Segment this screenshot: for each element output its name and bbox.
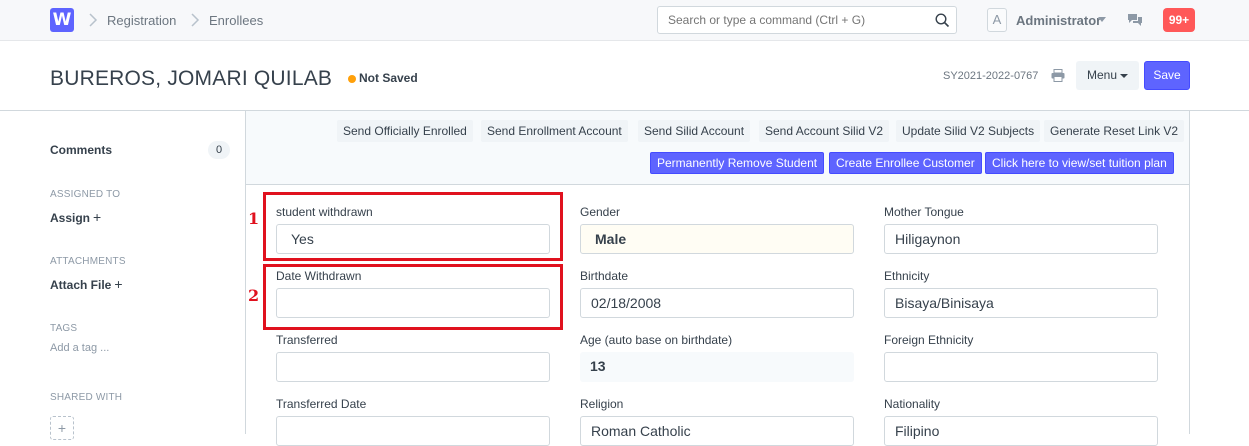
assign-label: Assign: [50, 211, 91, 225]
shared-with-heading: SHARED WITH: [50, 392, 123, 403]
birthdate-label: Birthdate: [580, 269, 629, 283]
transferred-label: Transferred: [276, 333, 338, 347]
nationality-label: Nationality: [884, 397, 941, 411]
mother-tongue-input[interactable]: Hiligaynon: [884, 224, 1158, 254]
user-menu[interactable]: Administrator: [1016, 13, 1101, 28]
update-silid-v2-subjects-button[interactable]: Update Silid V2 Subjects: [896, 120, 1041, 142]
document-name: SY2021-2022-0767: [943, 70, 1039, 82]
caret-down-icon: [1120, 74, 1128, 78]
status-badge: Not Saved: [359, 71, 418, 85]
breadcrumb-enrollees[interactable]: Enrollees: [209, 13, 263, 28]
nationality-input[interactable]: Filipino: [884, 416, 1158, 446]
avatar[interactable]: A: [987, 8, 1007, 32]
annotation-highlight-box: [263, 192, 563, 261]
permanently-remove-student-button[interactable]: Permanently Remove Student: [650, 152, 825, 174]
add-tag-input[interactable]: Add a tag ...: [50, 342, 109, 354]
chat-icon[interactable]: [1127, 13, 1143, 33]
gender-label: Gender: [580, 205, 621, 219]
page-title: BUREROS, JOMARI QUILAB: [50, 67, 333, 90]
assign-button[interactable]: Assign +: [50, 209, 101, 225]
view-tuition-plan-button[interactable]: Click here to view/set tuition plan: [985, 152, 1174, 174]
gender-select[interactable]: Male: [580, 224, 854, 254]
transferred-date-label: Transferred Date: [276, 397, 367, 411]
mother-tongue-label: Mother Tongue: [884, 205, 964, 219]
ethnicity-input[interactable]: Bisaya/Binisaya: [884, 288, 1158, 318]
plus-icon: +: [114, 276, 123, 292]
attach-file-label: Attach File: [50, 278, 112, 292]
birthdate-input[interactable]: 02/18/2008: [580, 288, 854, 318]
ethnicity-label: Ethnicity: [884, 269, 930, 283]
foreign-ethnicity-label: Foreign Ethnicity: [884, 333, 974, 347]
send-enrollment-account-button[interactable]: Send Enrollment Account: [481, 120, 628, 142]
chevron-right-icon: [88, 11, 98, 29]
menu-button-label: Menu: [1087, 68, 1118, 82]
form-sidebar: Comments 0 ASSIGNED TO Assign + ATTACHMEN…: [0, 111, 246, 440]
search-input[interactable]: [658, 7, 918, 33]
send-account-silid-v2-button[interactable]: Send Account Silid V2: [759, 120, 890, 142]
foreign-ethnicity-input[interactable]: [884, 352, 1158, 382]
chevron-right-icon: [190, 11, 200, 29]
religion-input[interactable]: Roman Catholic: [580, 416, 854, 446]
attach-file-button[interactable]: Attach File +: [50, 276, 123, 292]
plus-icon: +: [93, 209, 102, 225]
comments-count-badge: 0: [208, 141, 230, 159]
print-icon[interactable]: [1051, 69, 1065, 87]
tags-heading: TAGS: [50, 323, 78, 334]
share-add-button[interactable]: +: [50, 416, 74, 440]
app-logo[interactable]: W: [50, 8, 74, 32]
annotation-number: 2: [248, 286, 260, 305]
page-head: BUREROS, JOMARI QUILAB Not Saved SY2021-…: [0, 41, 1249, 111]
create-enrollee-customer-button[interactable]: Create Enrollee Customer: [829, 152, 982, 174]
custom-actions-bar: Send Officially Enrolled Send Enrollment…: [246, 111, 1189, 185]
transferred-date-input[interactable]: [276, 416, 550, 446]
annotation-highlight-box: [263, 264, 563, 330]
generate-reset-link-v2-button[interactable]: Generate Reset Link V2: [1044, 120, 1185, 142]
comments-link[interactable]: Comments: [50, 143, 112, 157]
annotation-number: 1: [248, 209, 260, 228]
age-label: Age (auto base on birthdate): [580, 333, 733, 347]
save-button[interactable]: Save: [1144, 61, 1190, 90]
caret-down-icon[interactable]: [1098, 17, 1106, 22]
send-officially-enrolled-button[interactable]: Send Officially Enrolled: [337, 120, 473, 142]
notifications-badge[interactable]: 99+: [1163, 8, 1195, 32]
breadcrumb-registration[interactable]: Registration: [107, 13, 176, 28]
menu-button[interactable]: Menu: [1076, 61, 1139, 90]
search-bar: [657, 6, 957, 34]
status-indicator-icon: [348, 75, 356, 83]
transferred-input[interactable]: [276, 352, 550, 382]
assigned-to-heading: ASSIGNED TO: [50, 189, 121, 200]
search-icon[interactable]: [935, 13, 950, 33]
navbar: W Registration Enrollees A Administrator…: [0, 0, 1249, 41]
attachments-heading: ATTACHMENTS: [50, 256, 126, 267]
send-silid-account-button[interactable]: Send Silid Account: [638, 120, 751, 142]
age-value: 13: [580, 352, 854, 382]
religion-label: Religion: [580, 397, 624, 411]
